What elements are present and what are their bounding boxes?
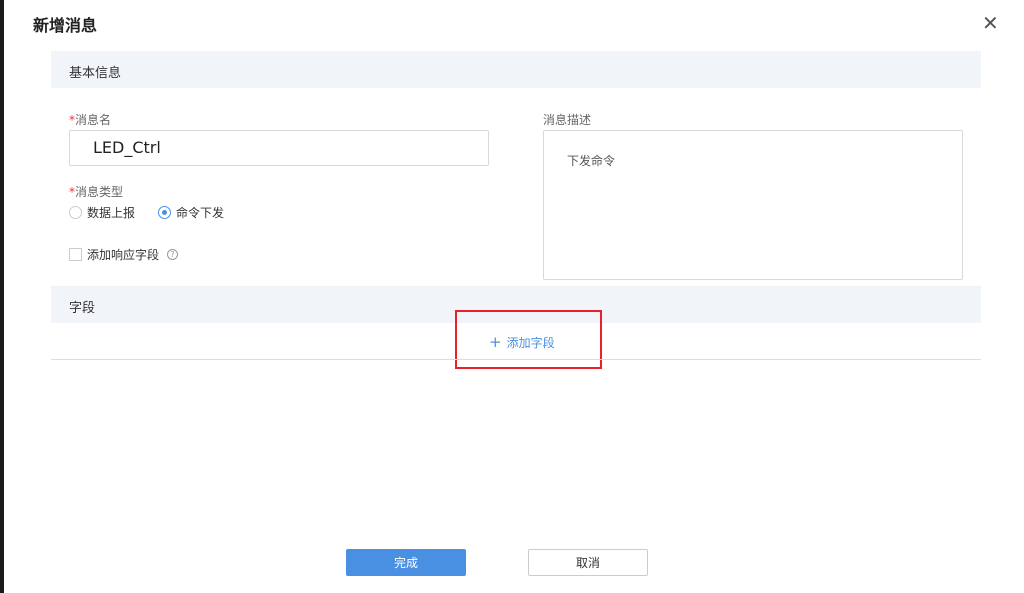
- checkbox-icon: [69, 248, 82, 261]
- name-label-text: 消息名: [75, 113, 112, 127]
- add-field-label: 添加字段: [506, 336, 555, 350]
- section-basic-info: 基本信息: [51, 51, 981, 88]
- desc-label: 消息描述: [543, 113, 592, 127]
- cancel-button[interactable]: 取消: [528, 549, 648, 576]
- confirm-button[interactable]: 完成: [346, 549, 466, 576]
- window-edge: [0, 0, 4, 593]
- type-label-text: 消息类型: [75, 185, 124, 199]
- radio-label: 命令下发: [176, 206, 225, 220]
- type-label: *消息类型: [69, 183, 123, 200]
- name-label: *消息名: [69, 111, 111, 128]
- divider: [51, 359, 981, 360]
- checkbox-label: 添加响应字段: [87, 248, 160, 262]
- plus-icon: +: [489, 333, 502, 351]
- add-response-field-checkbox[interactable]: 添加响应字段?: [69, 246, 179, 263]
- radio-command-send[interactable]: 命令下发: [158, 204, 224, 221]
- section-title: 字段: [69, 301, 96, 316]
- close-icon[interactable]: ✕: [982, 12, 999, 34]
- radio-icon: [69, 206, 82, 219]
- message-description-textarea[interactable]: 下发命令: [543, 130, 963, 280]
- dialog-title: 新增消息: [33, 16, 98, 35]
- message-name-input[interactable]: LED_Ctrl: [69, 130, 489, 166]
- radio-data-report[interactable]: 数据上报: [69, 204, 135, 221]
- radio-checked-icon: [158, 206, 171, 219]
- section-title: 基本信息: [69, 66, 122, 81]
- add-field-button[interactable]: + 添加字段: [489, 333, 555, 351]
- help-icon[interactable]: ?: [167, 249, 179, 260]
- radio-label: 数据上报: [87, 206, 136, 220]
